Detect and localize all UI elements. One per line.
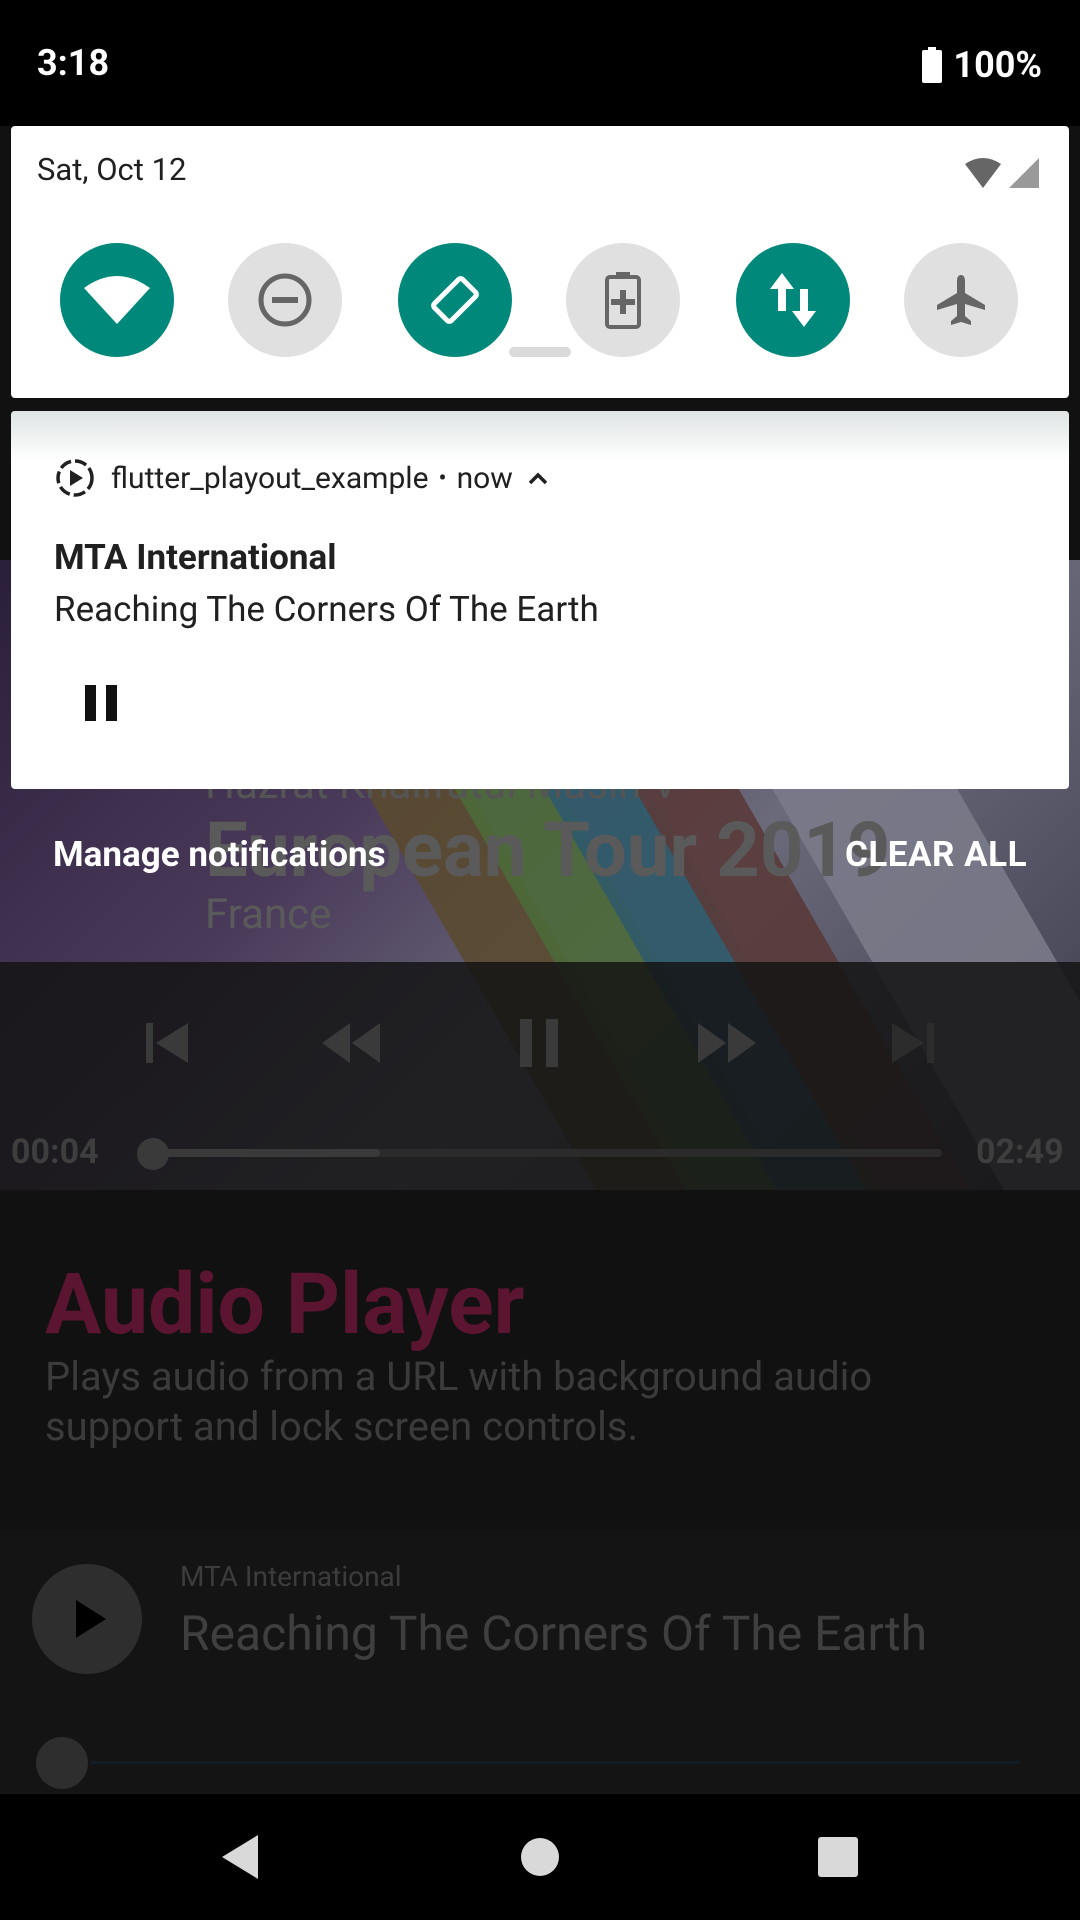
battery-percent: 100% bbox=[953, 44, 1042, 86]
mini-player-progress[interactable] bbox=[90, 1761, 1020, 1764]
home-button[interactable] bbox=[480, 1794, 600, 1920]
wifi-icon bbox=[84, 276, 150, 324]
video-location: France bbox=[205, 890, 332, 939]
section-title: Audio Player bbox=[45, 1255, 525, 1354]
notification-separator: • bbox=[438, 464, 447, 492]
mini-play-button[interactable] bbox=[32, 1564, 142, 1674]
navigation-bar bbox=[0, 1794, 1080, 1920]
battery-saver-tile[interactable] bbox=[566, 243, 680, 357]
notification-time: now bbox=[456, 460, 513, 496]
notification-top-shadow bbox=[11, 411, 1069, 461]
seek-thumb[interactable] bbox=[137, 1138, 169, 1170]
mini-player-thumb[interactable] bbox=[36, 1737, 88, 1789]
recents-button[interactable] bbox=[778, 1794, 898, 1920]
wifi-signal-icon bbox=[965, 158, 1001, 188]
seek-progress bbox=[150, 1149, 380, 1157]
pause-icon bbox=[85, 685, 117, 721]
battery-status: 100% bbox=[921, 44, 1042, 86]
notification-pause-button[interactable] bbox=[71, 673, 131, 733]
auto-rotate-tile[interactable] bbox=[398, 243, 512, 357]
mini-player bbox=[0, 1530, 1080, 1794]
media-notification[interactable]: flutter_playout_example • now MTA Intern… bbox=[11, 411, 1069, 789]
skip-next-icon[interactable] bbox=[880, 1015, 944, 1071]
recents-icon bbox=[818, 1837, 858, 1877]
elapsed-time: 00:04 bbox=[11, 1132, 99, 1172]
cell-signal-icon bbox=[1009, 158, 1039, 188]
skip-previous-icon[interactable] bbox=[136, 1015, 200, 1071]
clear-all-button[interactable]: CLEAR ALL bbox=[845, 834, 1027, 875]
total-duration: 02:49 bbox=[976, 1132, 1064, 1172]
home-icon bbox=[521, 1838, 559, 1876]
airplane-mode-tile[interactable] bbox=[904, 243, 1018, 357]
airplane-icon bbox=[937, 275, 985, 325]
date-label[interactable]: Sat, Oct 12 bbox=[37, 151, 186, 188]
auto-rotate-icon bbox=[431, 276, 479, 324]
pause-icon[interactable] bbox=[508, 1015, 572, 1071]
wifi-tile[interactable] bbox=[60, 243, 174, 357]
mobile-data-icon bbox=[770, 273, 816, 327]
mini-player-artist: MTA International bbox=[180, 1560, 402, 1593]
notification-title: MTA International bbox=[54, 537, 337, 578]
do-not-disturb-icon bbox=[258, 273, 312, 327]
clock: 3:18 bbox=[37, 42, 110, 84]
manage-notifications-button[interactable]: Manage notifications bbox=[53, 834, 386, 875]
notification-header[interactable]: flutter_playout_example • now bbox=[55, 456, 549, 500]
play-icon bbox=[76, 1600, 106, 1638]
section-description: Plays audio from a URL with background a… bbox=[45, 1353, 873, 1450]
mini-player-title: Reaching The Corners Of The Earth bbox=[180, 1605, 928, 1662]
back-icon bbox=[222, 1835, 258, 1879]
signal-icons bbox=[965, 158, 1039, 188]
mobile-data-tile[interactable] bbox=[736, 243, 850, 357]
back-button[interactable] bbox=[180, 1794, 300, 1920]
notification-app-name: flutter_playout_example bbox=[111, 460, 429, 496]
do-not-disturb-tile[interactable] bbox=[228, 243, 342, 357]
app-play-icon bbox=[56, 459, 94, 497]
quick-settings-panel: Sat, Oct 12 bbox=[11, 126, 1069, 398]
rewind-icon[interactable] bbox=[318, 1015, 382, 1071]
notification-text: Reaching The Corners Of The Earth bbox=[54, 589, 599, 630]
chevron-up-icon[interactable] bbox=[527, 471, 549, 485]
fast-forward-icon[interactable] bbox=[696, 1015, 760, 1071]
battery-saver-icon bbox=[605, 272, 641, 329]
status-bar: 3:18 100% bbox=[0, 0, 1080, 126]
battery-icon bbox=[922, 47, 943, 83]
expand-handle[interactable] bbox=[509, 347, 571, 357]
